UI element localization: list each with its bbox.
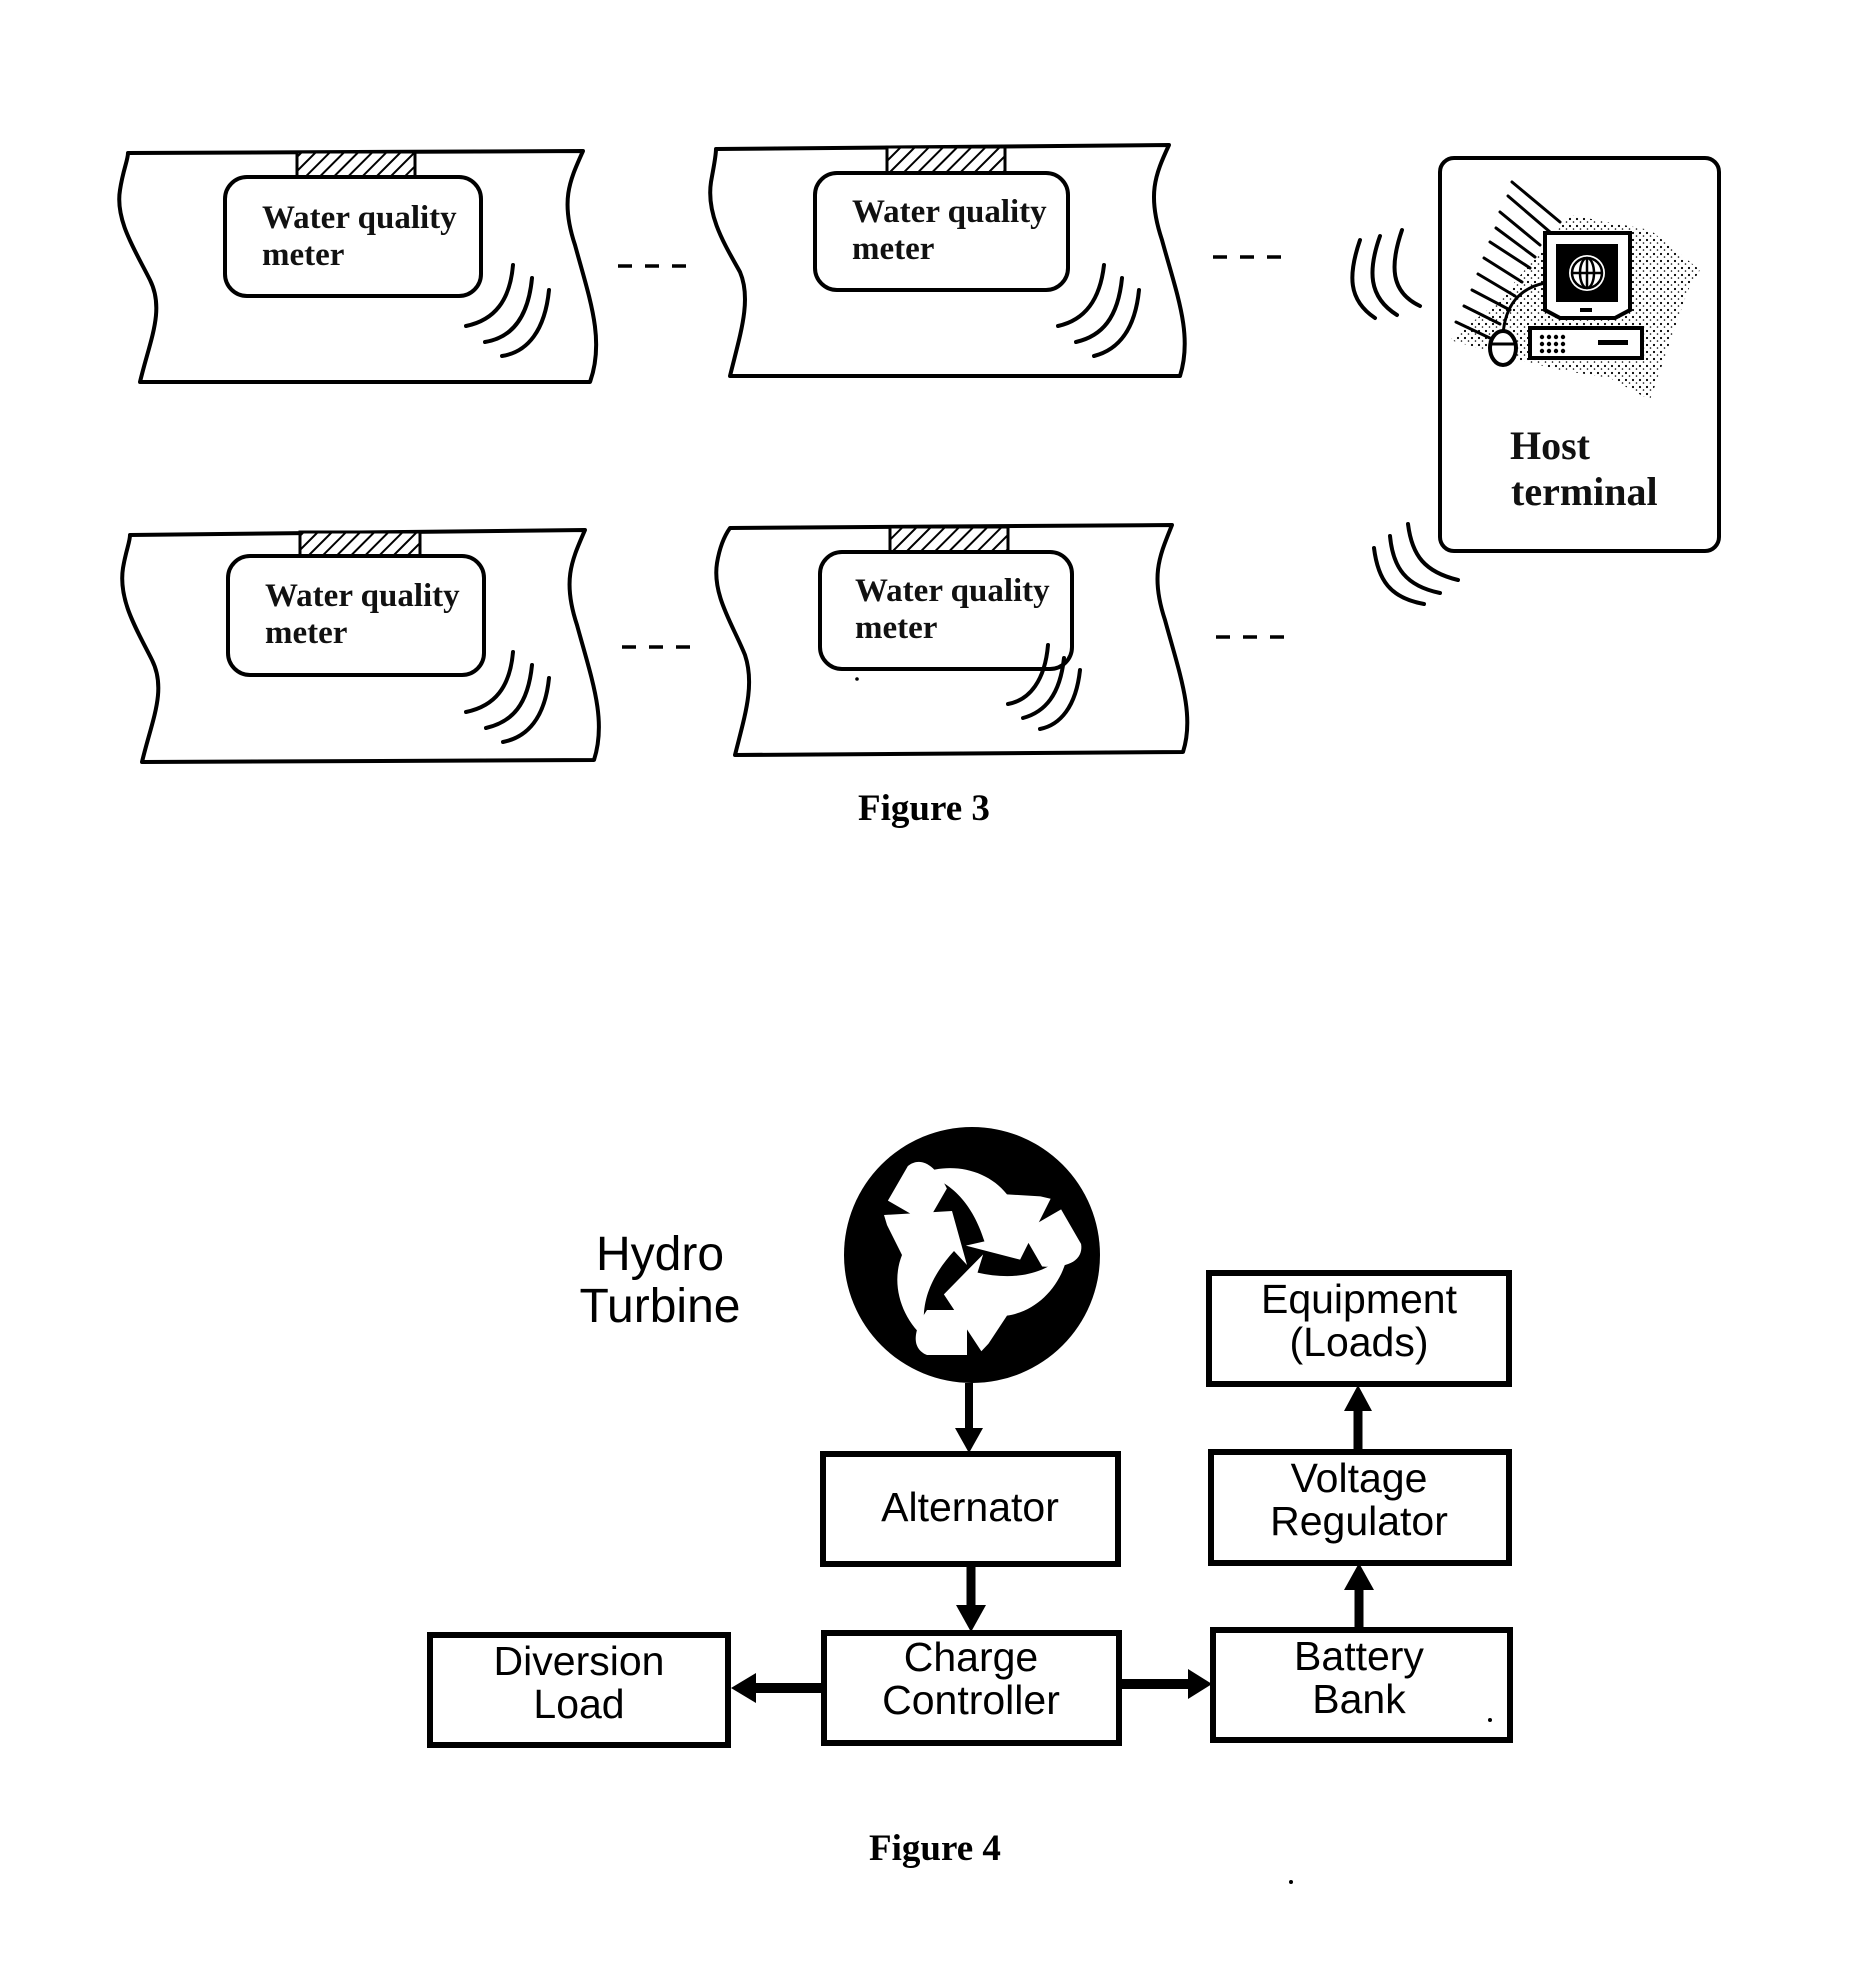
block-diversion-load[interactable]: Diversion Load	[427, 1632, 731, 1748]
block-alternator[interactable]: Alternator	[820, 1451, 1121, 1567]
host-label-line1: Host	[1510, 423, 1591, 468]
meter-label-line2: meter	[855, 610, 937, 646]
arrow-battery-bank-to-voltage-regulator	[1344, 1563, 1374, 1628]
patent-drawing-sheet: Water quality meter Water quality meter	[117, 143, 1721, 1884]
pipe-segment: Water quality meter	[714, 523, 1190, 757]
host-terminal[interactable]: Host terminal	[1438, 156, 1721, 553]
water-quality-meter[interactable]: Water quality meter	[813, 171, 1070, 292]
block-label-line1: Battery	[1294, 1633, 1424, 1679]
block-label-line1: Alternator	[881, 1484, 1059, 1530]
wireless-signal-icon	[1056, 263, 1141, 358]
meter-label-line1: Water quality	[852, 194, 1047, 230]
block-label-line1: Diversion	[494, 1638, 665, 1684]
sensor-mount-hatch	[298, 530, 422, 558]
figure-3-caption: Figure 3	[858, 788, 990, 829]
meter-label-line1: Water quality	[855, 573, 1050, 609]
hydro-turbine-label-line2: Turbine	[580, 1280, 741, 1333]
water-quality-meter[interactable]: Water quality meter	[223, 175, 483, 298]
arrow-charge-controller-to-diversion-load	[731, 1673, 823, 1703]
figure-4-caption: Figure 4	[869, 1828, 1001, 1869]
sensor-mount-hatch	[885, 145, 1007, 175]
wireless-signal-icon	[1350, 228, 1422, 320]
sensor-mount-hatch	[888, 525, 1010, 554]
hydro-turbine-label-line1: Hydro	[596, 1228, 724, 1281]
block-label-line1: Voltage	[1291, 1455, 1428, 1501]
block-label-line2: Controller	[882, 1677, 1060, 1723]
meter-label-line2: meter	[262, 237, 344, 273]
figure-3: Water quality meter Water quality meter	[117, 143, 1721, 829]
water-quality-meter[interactable]: Water quality meter	[818, 550, 1074, 681]
arrow-voltage-regulator-to-equipment	[1344, 1385, 1372, 1452]
arrow-charge-controller-to-battery-bank	[1120, 1669, 1212, 1699]
block-label-line1: Equipment	[1261, 1276, 1458, 1322]
meter-label-line2: meter	[852, 231, 934, 267]
pipe-segment: Water quality meter	[120, 528, 601, 764]
sensor-mount-hatch	[295, 150, 417, 179]
figure-4: Hydro Turbine Equipment (Loads) Alternat…	[427, 1127, 1513, 1884]
meter-label-line2: meter	[265, 615, 347, 651]
block-voltage-regulator[interactable]: Voltage Regulator	[1208, 1449, 1512, 1566]
meter-label-line1: Water quality	[262, 200, 457, 236]
recycle-turbine-icon[interactable]	[844, 1127, 1103, 1383]
block-label-line2: (Loads)	[1289, 1319, 1428, 1365]
water-quality-meter[interactable]: Water quality meter	[226, 554, 486, 677]
block-label-line2: Regulator	[1270, 1498, 1448, 1544]
scan-artifact-dot	[1289, 1880, 1293, 1884]
block-equipment-loads[interactable]: Equipment (Loads)	[1206, 1270, 1512, 1387]
meter-label-line1: Water quality	[265, 578, 460, 614]
arrow-alternator-to-charge-controller	[956, 1565, 986, 1632]
block-charge-controller[interactable]: Charge Controller	[821, 1630, 1122, 1746]
pipe-segment: Water quality meter	[708, 143, 1187, 378]
pipe-segment: Water quality meter	[117, 149, 599, 384]
block-label-line2: Bank	[1312, 1676, 1406, 1722]
block-label-line2: Load	[533, 1681, 624, 1727]
host-label-line2: terminal	[1511, 469, 1658, 514]
block-battery-bank[interactable]: Battery Bank	[1210, 1627, 1513, 1743]
block-label-line1: Charge	[904, 1634, 1038, 1680]
arrow-turbine-to-alternator	[955, 1383, 983, 1453]
